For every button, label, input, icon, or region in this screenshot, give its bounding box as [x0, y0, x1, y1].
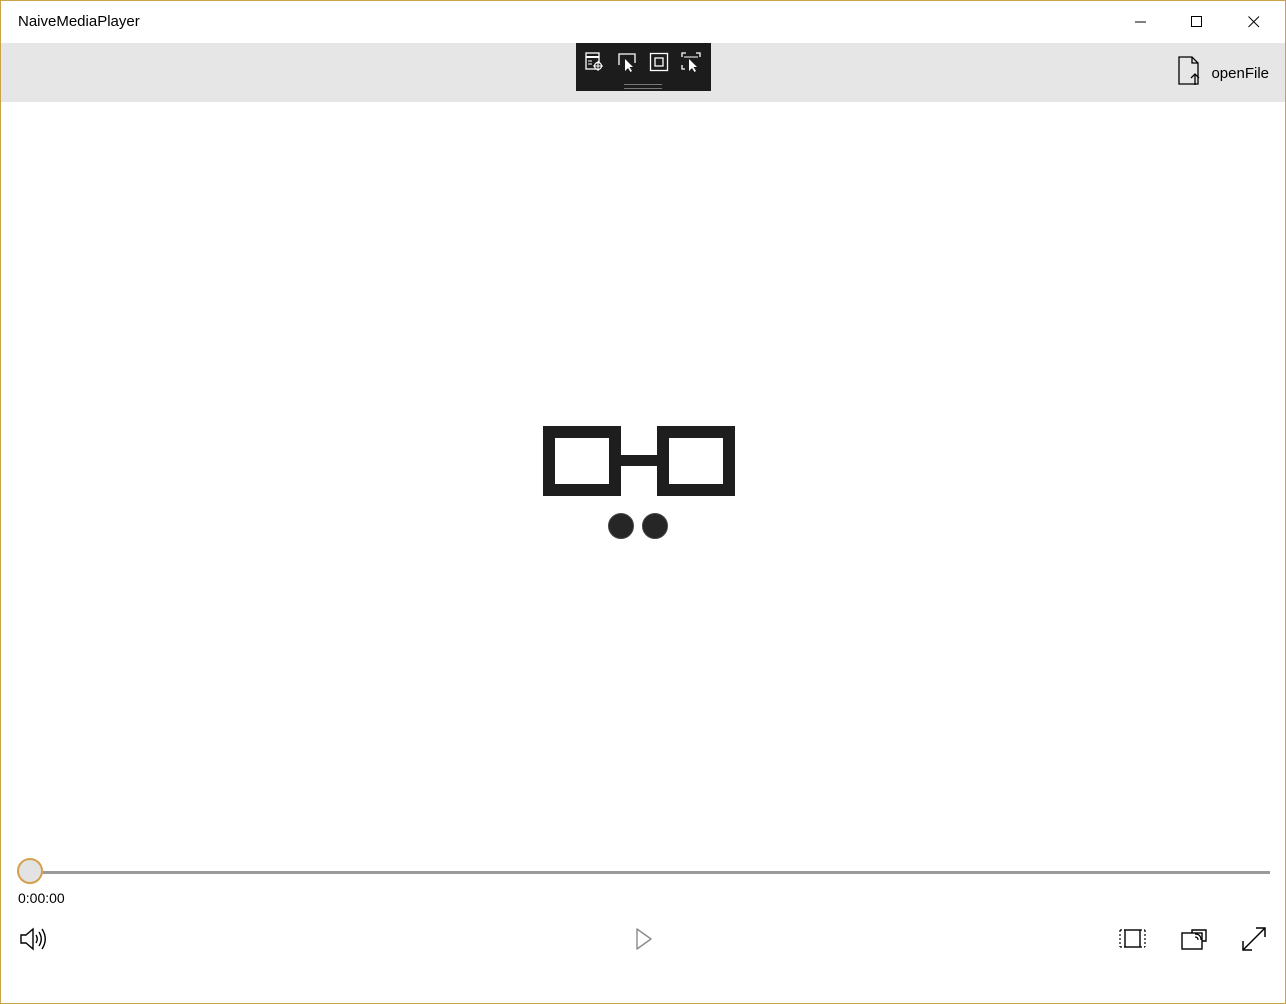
aspect-ratio-button[interactable] — [1115, 921, 1151, 957]
maximize-icon — [1191, 16, 1203, 28]
glasses-logo-icon — [543, 426, 737, 542]
cast-button[interactable] — [1176, 921, 1212, 957]
minimize-icon — [1135, 16, 1147, 28]
volume-button[interactable] — [16, 921, 52, 957]
window-title: NaiveMediaPlayer — [18, 13, 140, 30]
toolbar-drag-handle[interactable] — [624, 84, 662, 89]
maximize-button[interactable] — [1169, 1, 1225, 43]
close-button[interactable] — [1226, 1, 1282, 43]
track-focus-button[interactable] — [678, 51, 704, 77]
minimize-button[interactable] — [1113, 1, 1169, 43]
select-element-icon — [616, 51, 638, 78]
live-visual-tree-button[interactable] — [581, 51, 607, 77]
cast-icon — [1180, 927, 1208, 951]
open-file-button[interactable]: openFile — [1177, 55, 1269, 91]
app-window: NaiveMediaPlayer openFile 0:00:00 — [0, 0, 1286, 1004]
live-visual-tree-icon — [583, 51, 605, 78]
progress-thumb[interactable] — [17, 858, 43, 884]
devtools-toolbar — [576, 43, 711, 91]
select-element-button[interactable] — [614, 51, 640, 77]
play-button[interactable] — [626, 921, 662, 957]
open-file-label: openFile — [1211, 64, 1269, 82]
track-focus-icon — [680, 51, 702, 78]
play-icon — [634, 927, 654, 951]
fullscreen-button[interactable] — [1236, 921, 1272, 957]
open-file-icon — [1177, 55, 1203, 91]
fullscreen-icon — [1241, 926, 1267, 952]
display-layout-adorners-icon — [648, 51, 670, 78]
close-icon — [1248, 16, 1260, 28]
elapsed-time: 0:00:00 — [18, 890, 65, 906]
display-layout-adorners-button[interactable] — [646, 51, 672, 77]
title-bar[interactable]: NaiveMediaPlayer — [1, 1, 1285, 43]
progress-slider[interactable] — [17, 857, 1270, 889]
progress-track[interactable] — [18, 871, 1270, 874]
volume-icon — [19, 926, 49, 952]
aspect-ratio-icon — [1119, 928, 1147, 950]
